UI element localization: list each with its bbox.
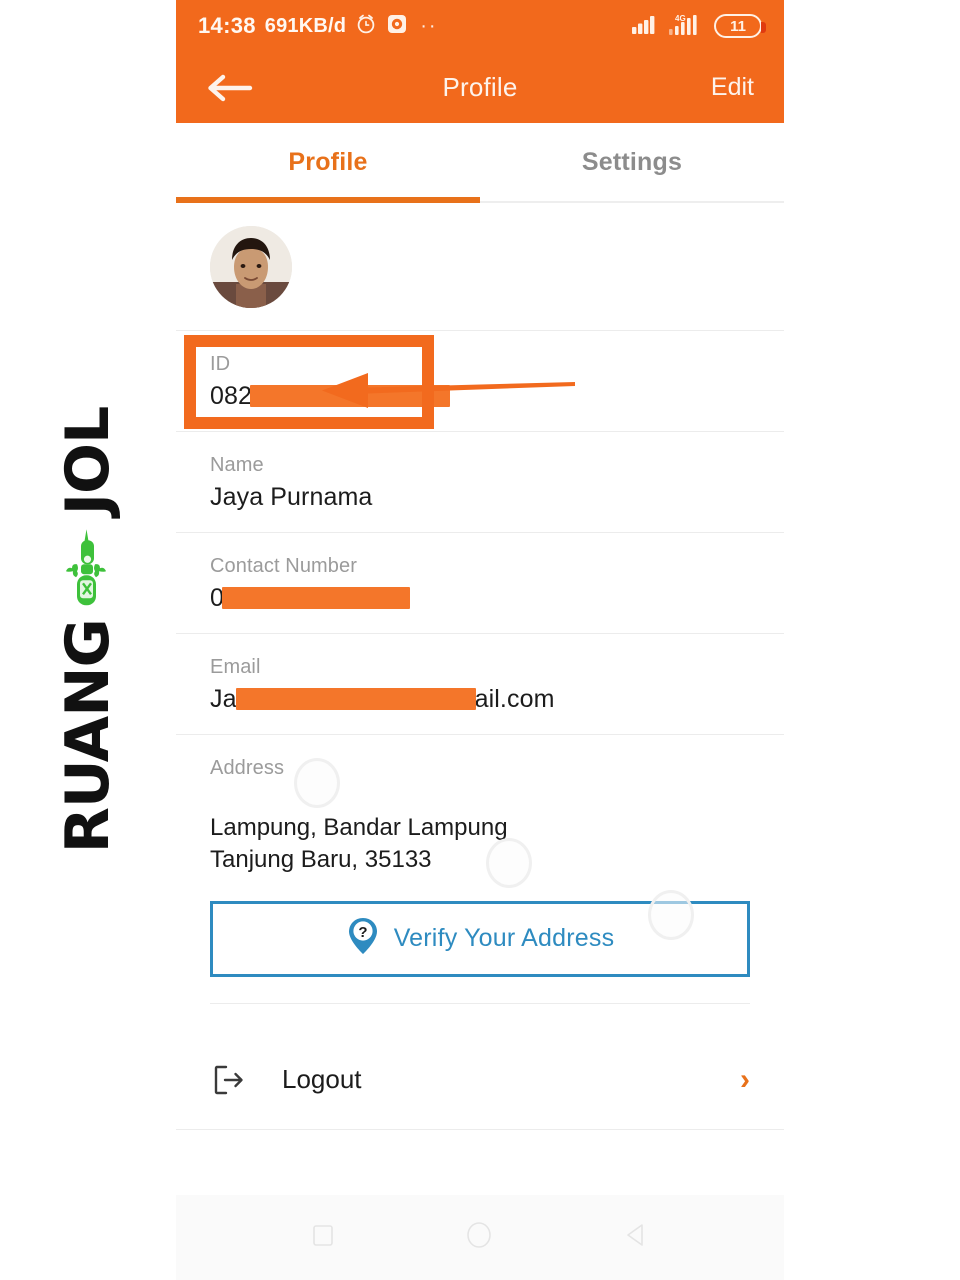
location-pin-question-icon: ? [346, 916, 380, 961]
section-divider [210, 1002, 750, 1005]
status-bar-data-rate: 691KB/d [264, 14, 347, 37]
field-email-label: Email [210, 656, 261, 678]
field-id-label: ID [210, 353, 231, 375]
page-title: Profile [442, 72, 518, 102]
field-contact-number-redaction [222, 587, 411, 609]
logout-icon [210, 1062, 256, 1098]
system-navigation-bar [176, 1195, 784, 1280]
battery-level-text: 11 [730, 17, 746, 35]
field-name[interactable]: Name Jaya Purnama [176, 432, 784, 533]
app-bar: Profile Edit [176, 52, 784, 123]
tab-profile[interactable]: Profile [176, 123, 480, 201]
watermark-text-ruang: RUANG [53, 619, 123, 854]
watermark-ruang-jol: RUANG JOL [0, 330, 176, 930]
svg-text:?: ? [358, 924, 367, 941]
field-id[interactable]: ID 082 [176, 331, 784, 432]
circle-home-icon[interactable] [464, 1220, 494, 1255]
triangle-back-icon[interactable] [622, 1221, 650, 1254]
square-recents-icon[interactable] [310, 1222, 336, 1253]
status-bar-clock: 14:38 [198, 13, 256, 38]
tab-active-indicator [176, 197, 480, 203]
logout-label: Logout [282, 1064, 362, 1095]
phone-screen: 14:38 691KB/d ·· 4G 11 Profile Edit Prof… [176, 0, 784, 1280]
field-email[interactable]: Email Ja ail.com [176, 634, 784, 735]
field-id-value-prefix: 082 [210, 382, 253, 410]
battery-indicator: 11 [714, 14, 766, 38]
field-email-value-suffix: ail.com [474, 685, 555, 713]
watermark-text-jol: JOL [53, 406, 123, 516]
field-email-redaction [235, 688, 476, 710]
back-arrow-icon[interactable] [204, 66, 258, 110]
address-label: Address [210, 757, 285, 779]
screenshot-root: RUANG JOL 14:38 691KB/d ·· 4G 11 Profile… [0, 0, 960, 1280]
status-bar-overflow-dots: ·· [420, 15, 438, 37]
field-name-label: Name [210, 454, 264, 476]
status-bar: 14:38 691KB/d ·· 4G 11 [176, 0, 784, 52]
field-name-value: Jaya Purnama [210, 483, 373, 511]
field-email-value-prefix: Ja [210, 685, 237, 713]
logout-row[interactable]: Logout › [176, 1030, 784, 1131]
tab-settings[interactable]: Settings [480, 123, 784, 201]
address-lines: Lampung, Bandar Lampung Tanjung Baru, 35… [210, 812, 750, 877]
address-line-1: Lampung, Bandar Lampung [210, 814, 508, 841]
verify-address-button[interactable]: ? Verify Your Address [210, 900, 750, 977]
signal-bars-icon [632, 13, 658, 40]
field-id-redaction [250, 385, 451, 407]
chevron-right-icon: › [740, 1062, 750, 1096]
field-contact-number-label: Contact Number [210, 555, 358, 577]
edit-button[interactable]: Edit [709, 69, 756, 106]
avatar-row [176, 203, 784, 331]
address-block: Address Lampung, Bandar Lampung Tanjung … [176, 735, 784, 1030]
screen-recorder-icon [386, 13, 408, 40]
field-id-value: 082 [210, 382, 750, 411]
green-motorbike-icon [64, 527, 113, 607]
field-contact-number[interactable]: Contact Number 0 [176, 533, 784, 634]
field-contact-number-value: 0 [210, 584, 750, 613]
verify-address-label: Verify Your Address [393, 924, 615, 953]
avatar[interactable] [210, 225, 292, 308]
alarm-clock-icon [355, 13, 377, 40]
tab-bar: Profile Settings [176, 123, 784, 203]
field-email-value: Ja ail.com [210, 685, 750, 714]
address-line-2: Tanjung Baru, 35133 [210, 846, 432, 874]
signal-bars-4g-icon: 4G [669, 12, 703, 41]
svg-text:4G: 4G [675, 14, 686, 23]
